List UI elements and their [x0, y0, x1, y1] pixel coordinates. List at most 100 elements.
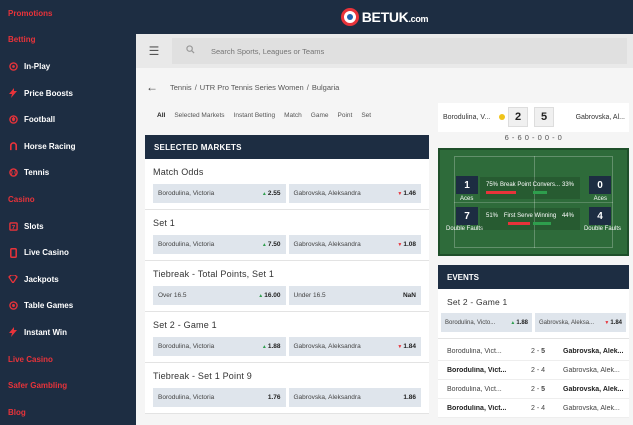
breadcrumb-tennis[interactable]: Tennis [170, 83, 192, 92]
sidebar-item-casino[interactable]: Casino [0, 186, 136, 213]
bolt-icon [8, 88, 18, 99]
point-player1: Borodulina, Vict... [447, 385, 502, 393]
sidebar-item-live-casino[interactable]: Live Casino [0, 239, 136, 266]
sidebar-item-label: In-Play [24, 61, 51, 71]
tab-match[interactable]: Match [284, 112, 302, 119]
betuk-logo[interactable]: BETUK.com [340, 8, 429, 26]
breadcrumb-league[interactable]: UTR Pro Tennis Series Women [200, 83, 304, 92]
point-player2: Gabrovska, Alek... [563, 404, 620, 412]
odds-button[interactable]: Gabrovska, Aleksandra ▼1.08 [288, 235, 421, 254]
sidebar-item-price-boosts[interactable]: Price Boosts [0, 80, 136, 107]
sidebar-item-safer-gambling[interactable]: Safer Gambling [0, 372, 136, 399]
sidebar-item-blog[interactable]: Blog [0, 399, 136, 425]
trend-up-icon: ▲ [261, 191, 267, 197]
odds-button[interactable]: Borodulina, Victo... ▲1.88 [441, 313, 532, 332]
odds-label: Borodulina, Victoria [158, 394, 215, 401]
football-icon [8, 115, 18, 125]
events-market-title: Set 2 - Game 1 [447, 297, 508, 307]
top-bar: BETUK.com [136, 0, 633, 34]
odds-button[interactable]: Gabrovska, Aleksandra ▼1.46 [288, 184, 421, 203]
set-scores: 6 - 6 0 - 0 0 - 0 [438, 133, 629, 145]
odds-button[interactable]: Borodulina, Victoria ▲7.50 [153, 235, 286, 254]
sidebar-item-promotions[interactable]: Promotions [0, 0, 136, 27]
list-item: Borodulina, Vict... 2 - 4 Gabrovska, Ale… [438, 361, 629, 380]
tab-game[interactable]: Game [311, 112, 329, 119]
odds-label: Borodulina, Victo... [445, 319, 496, 326]
odds-value: 1.08 [403, 241, 416, 248]
menu-icon[interactable]: ☰ [136, 34, 172, 68]
events-market: Set 2 - Game 1 Borodulina, Victo... ▲1.88… [438, 289, 629, 339]
point-score: 2 - 5 [530, 347, 546, 355]
market-title: Match Odds [153, 167, 204, 177]
market-tiebreak-total: Tiebreak - Total Points, Set 1 Over 16.5… [145, 261, 429, 312]
fs-left-bar [508, 222, 530, 225]
odds-label: Gabrovska, Aleksandra [293, 241, 361, 248]
sidebar-item-label: Instant Win [24, 327, 68, 337]
selected-markets-header: SELECTED MARKETS [145, 135, 429, 159]
sidebar-item-label: Horse Racing [24, 141, 76, 151]
odds-button[interactable]: Under 16.5 NaN [288, 286, 421, 305]
sidebar-item-instant-win[interactable]: Instant Win [0, 319, 136, 346]
sidebar-item-football[interactable]: Football [0, 106, 136, 133]
sidebar-item-jackpots[interactable]: Jackpots [0, 266, 136, 293]
sidebar-item-table-games[interactable]: Table Games [0, 293, 136, 320]
sidebar-item-in-play[interactable]: In-Play [0, 53, 136, 80]
trend-down-icon: ▼ [397, 344, 403, 350]
trend-down-icon: ▼ [397, 242, 403, 248]
selected-markets-panel: SELECTED MARKETS Match Odds Borodulina, … [145, 135, 429, 414]
slot-icon: 7 [8, 221, 18, 231]
sidebar-item-slots[interactable]: 7 Slots [0, 213, 136, 240]
player1-score: 2 [508, 107, 528, 127]
odds-button[interactable]: Gabrovska, Aleksandra ▼1.84 [288, 337, 421, 356]
search-input[interactable] [211, 46, 591, 56]
trend-up-icon: ▲ [261, 344, 267, 350]
odds-value: 16.00 [264, 292, 281, 299]
search-bar[interactable] [172, 38, 627, 64]
market-tiebreak-point-9: Tiebreak - Set 1 Point 9 Borodulina, Vic… [145, 363, 429, 414]
trend-up-icon: ▲ [258, 293, 264, 299]
sidebar-item-label: Price Boosts [24, 88, 73, 98]
bp-left-bar [486, 191, 516, 194]
fs-label: First Serve Winning [503, 213, 557, 219]
odds-button[interactable]: Gabrovska, Aleksandra 1.86 [288, 388, 421, 407]
odds-button[interactable]: Borodulina, Victoria 1.76 [153, 388, 286, 407]
list-item: Borodulina, Vict... 2 - 4 Gabrovska, Ale… [438, 399, 629, 418]
odds-label: Gabrovska, Aleksandra [293, 343, 361, 350]
odds-button[interactable]: Borodulina, Victoria ▲1.88 [153, 337, 286, 356]
odds-label: Gabrovska, Aleksandra [293, 394, 361, 401]
sidebar-item-live-casino-section[interactable]: Live Casino [0, 346, 136, 373]
tab-instant-betting[interactable]: Instant Betting [234, 112, 276, 119]
sidebar-item-label: Tennis [24, 168, 50, 178]
back-arrow-icon[interactable]: ← [146, 80, 158, 94]
tab-selected-markets[interactable]: Selected Markets [174, 112, 224, 119]
sidebar-item-label: Table Games [24, 301, 74, 311]
odds-label: Over 16.5 [158, 292, 187, 299]
breadcrumb-country[interactable]: Bulgaria [312, 83, 340, 92]
tab-all[interactable]: All [157, 112, 165, 119]
odds-button[interactable]: Over 16.5 ▲16.00 [153, 286, 286, 305]
odds-button[interactable]: Gabrovska, Aleksa... ▼1.84 [535, 313, 626, 332]
diamond-icon [8, 274, 18, 284]
point-score: 2 - 4 [530, 366, 546, 374]
tab-set[interactable]: Set [361, 112, 371, 119]
sidebar-item-label: Betting [8, 35, 36, 45]
search-icon [186, 45, 195, 57]
sidebar: Promotions Betting In-Play Price Boosts … [0, 0, 136, 425]
odds-value: 1.84 [403, 343, 416, 350]
sidebar-item-betting[interactable]: Betting [0, 27, 136, 54]
bp-left-value: 75% [486, 182, 499, 188]
player2-score: 5 [534, 107, 554, 127]
sidebar-item-horse-racing[interactable]: Horse Racing [0, 133, 136, 160]
sidebar-item-label: Safer Gambling [8, 381, 68, 391]
fs-right-bar [533, 222, 551, 225]
svg-text:7: 7 [11, 224, 15, 230]
odds-label: Gabrovska, Aleksandra [293, 190, 361, 197]
trend-up-icon: ▲ [510, 319, 516, 326]
odds-value: 1.46 [403, 190, 416, 197]
tab-point[interactable]: Point [338, 112, 353, 119]
sidebar-item-tennis[interactable]: Tennis [0, 160, 136, 187]
odds-button[interactable]: Borodulina, Victoria ▲2.55 [153, 184, 286, 203]
scoreboard: Borodulina, V... 2 5 Gabrovska, Al... [438, 103, 629, 132]
market-title: Tiebreak - Set 1 Point 9 [153, 371, 253, 381]
court-visualization: 1 Aces 0 Aces 75% Break Point Convers...… [438, 148, 629, 256]
